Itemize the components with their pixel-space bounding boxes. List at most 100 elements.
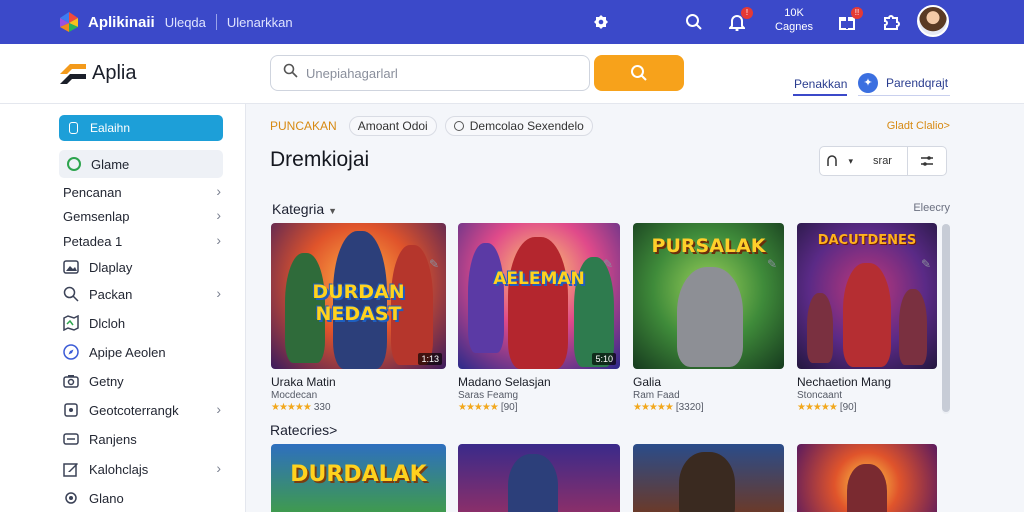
category-link[interactable]: Eleecry — [913, 202, 950, 214]
pin-icon[interactable]: ✎ — [921, 257, 931, 271]
search-icon[interactable] — [681, 9, 707, 35]
game-rating: ★★★★★ 330 — [271, 402, 446, 413]
app-logo[interactable]: Aplia — [60, 62, 136, 85]
stat-value: 10K — [784, 7, 804, 19]
game-title-art: DURDAN NEDAST — [312, 281, 405, 325]
character-figure — [677, 267, 743, 367]
main-content: PUNCAKAN Amoant Odoi Demcolao Sexendelo … — [246, 104, 1024, 512]
map-icon — [63, 315, 79, 331]
game-thumbnail[interactable]: DACUTDENES — [797, 223, 937, 369]
game-icon — [67, 157, 81, 171]
sidebar-item[interactable]: Geotcoterrangk › — [63, 400, 223, 420]
chevron-right-icon: › — [216, 460, 221, 476]
sort-label[interactable]: srar — [858, 147, 908, 175]
brand-title: Aplikinaii — [88, 13, 155, 31]
phone-icon — [69, 122, 78, 134]
sidebar-item[interactable]: Glano — [63, 488, 223, 508]
sidebar-item[interactable]: Packan › — [63, 284, 223, 304]
sidebar-item[interactable]: Ranjens — [63, 429, 223, 449]
game-card[interactable]: DURDAN NEDAST 1:13 Uraka Matin Mocdecan … — [271, 223, 446, 413]
sidebar-item[interactable]: Petadea 1 › — [63, 231, 223, 251]
category-dropdown[interactable]: Kategria ▼ — [272, 201, 337, 217]
star-rating-icon: ★★★★★ — [458, 402, 499, 413]
divider — [215, 14, 217, 30]
header-action-button[interactable]: ✦ Parendqrajt — [858, 70, 950, 96]
game-developer: Mocdecan — [271, 390, 318, 401]
radio-icon — [453, 121, 464, 131]
game-card[interactable]: AELEMAN 5:10 Madano Selasjan Saras Feamg… — [458, 223, 620, 413]
game-title-art: DURDALAK — [290, 462, 427, 487]
gift-icon[interactable]: !! — [834, 7, 863, 35]
sidebar-item[interactable]: Getny — [63, 371, 223, 391]
info-icon[interactable] — [820, 147, 844, 175]
see-all-link[interactable]: Gladt Clalio> — [887, 120, 950, 132]
compass-icon — [63, 344, 79, 360]
keyboard-icon — [63, 431, 79, 447]
logo-mark-icon — [60, 63, 86, 84]
dropdown-arrow-icon[interactable]: ▾ — [844, 147, 858, 175]
sidebar-item-label: Petadea 1 — [63, 233, 123, 249]
header-link[interactable]: Penakkan — [794, 77, 847, 91]
sidebar-item[interactable]: Dlcloh — [63, 313, 223, 333]
game-thumbnail[interactable]: DURDALAK — [271, 444, 446, 512]
sidebar-item-active[interactable]: Ealaihn — [59, 115, 223, 141]
filter-chips: PUNCAKAN Amoant Odoi Demcolao Sexendelo — [270, 116, 601, 136]
bell-icon[interactable]: ! — [724, 7, 753, 35]
dropdown-arrow-icon: ▼ — [328, 206, 338, 216]
game-title-art: DACUTDENES — [817, 233, 917, 248]
edit-icon — [63, 461, 79, 477]
stat-label: Cagnes — [775, 21, 813, 33]
top-bar: Aplikinaii Uleqda Ulenarkkan ! 10K Cagne… — [0, 0, 1024, 44]
filter-chip[interactable]: Demcolao Sexendelo — [444, 116, 593, 136]
sidebar-item[interactable]: Dlaplay — [63, 257, 223, 277]
search-input[interactable] — [306, 65, 566, 81]
settings-gear-icon[interactable] — [588, 9, 614, 35]
game-thumbnail[interactable]: PURSALAK — [633, 223, 784, 369]
top-link-1[interactable]: Uleqda — [165, 15, 206, 30]
sidebar-item-label: Glame — [91, 156, 130, 172]
search-button[interactable] — [594, 55, 684, 91]
sidebar-item-label: Ealaihn — [90, 121, 131, 135]
puzzle-icon[interactable] — [878, 9, 904, 35]
section-title[interactable]: Ratecries> — [270, 422, 337, 438]
game-card[interactable]: PURSALAK Galia Ram Faad ★★★★★ [3320] — [633, 223, 784, 413]
brand[interactable]: Aplikinaii — [58, 11, 155, 33]
pin-icon[interactable]: ✎ — [603, 257, 613, 271]
game-thumbnail[interactable] — [633, 444, 784, 512]
star-rating-icon: ★★★★★ — [271, 402, 312, 413]
star-rating-icon: ★★★★★ — [797, 402, 838, 413]
character-figure — [807, 293, 833, 363]
search-box — [270, 55, 590, 91]
filter-icon[interactable] — [908, 147, 946, 175]
sidebar-item[interactable]: Pencanan › — [63, 182, 223, 202]
top-link-2[interactable]: Ulenarkkan — [227, 15, 293, 30]
game-rating: ★★★★★ [3320] — [633, 402, 784, 413]
sidebar-item-label: Packan — [89, 286, 133, 302]
scrollbar-thumb[interactable] — [942, 224, 950, 412]
sidebar-item[interactable]: Gemsenlap › — [63, 206, 223, 226]
filter-chip[interactable]: Amoant Odoi — [348, 116, 437, 136]
character-figure — [899, 289, 927, 365]
game-card[interactable]: DACUTDENES Nechaetion Mang Stoncaant ★★★… — [797, 223, 937, 413]
game-thumbnail[interactable] — [458, 444, 620, 512]
user-avatar[interactable] — [917, 5, 949, 37]
search-icon — [63, 286, 79, 302]
character-figure — [843, 263, 891, 367]
sidebar-item-label: Getny — [89, 373, 124, 389]
game-thumbnail[interactable]: DURDAN NEDAST 1:13 — [271, 223, 446, 369]
game-title-art: AELEMAN — [493, 269, 585, 289]
sidebar-item[interactable]: Apipe Aeolen — [63, 342, 223, 362]
chevron-right-icon: › — [216, 183, 221, 199]
gallery-icon — [63, 259, 79, 275]
active-underline — [793, 94, 847, 96]
pin-icon[interactable]: ✎ — [429, 257, 439, 271]
character-figure — [508, 454, 558, 512]
sidebar-item-games[interactable]: Glame — [59, 150, 223, 178]
app-logo-icon — [58, 11, 80, 33]
game-thumbnail[interactable] — [797, 444, 937, 512]
pin-icon[interactable]: ✎ — [767, 257, 777, 271]
category-label: Kategria — [272, 201, 325, 217]
game-thumbnail[interactable]: AELEMAN 5:10 — [458, 223, 620, 369]
notification-badge: ! — [741, 7, 753, 19]
sidebar-item[interactable]: Kalohclajs › — [63, 459, 223, 479]
